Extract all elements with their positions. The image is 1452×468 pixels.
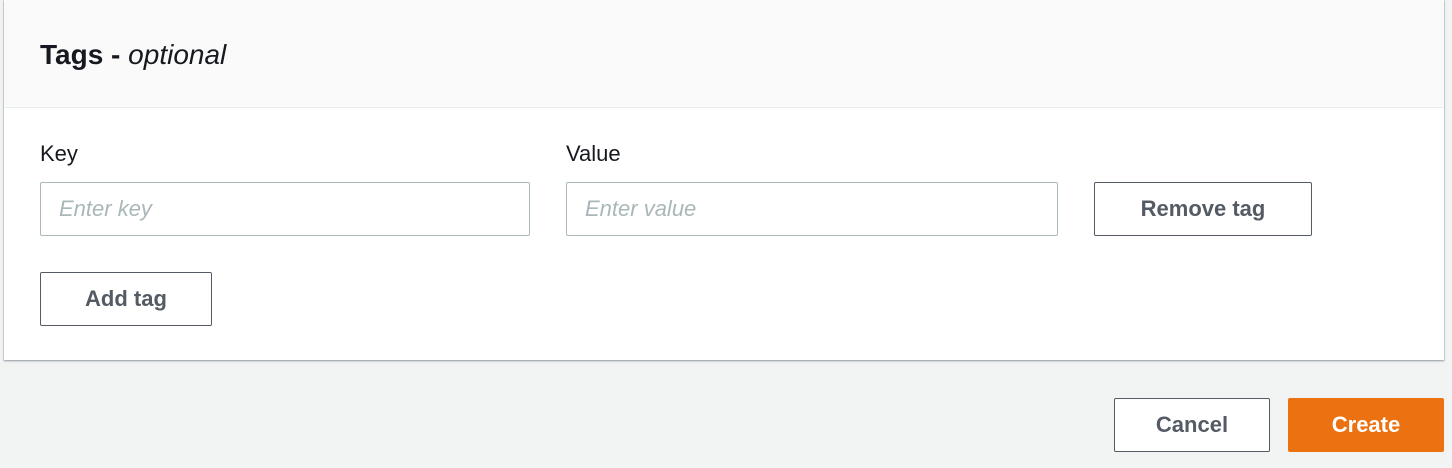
tags-title-optional: optional	[128, 39, 227, 70]
value-input[interactable]	[566, 182, 1058, 236]
tags-title-text: Tags	[40, 39, 104, 70]
create-button[interactable]: Create	[1288, 398, 1444, 452]
key-input[interactable]	[40, 182, 530, 236]
cancel-button[interactable]: Cancel	[1114, 398, 1270, 452]
key-label: Key	[40, 141, 78, 166]
remove-tag-button[interactable]: Remove tag	[1094, 182, 1312, 236]
value-label: Value	[566, 141, 621, 166]
tags-panel-title: Tags - optional	[40, 38, 226, 72]
tags-title-separator: -	[103, 39, 129, 70]
add-tag-button[interactable]: Add tag	[40, 272, 212, 326]
tags-panel-header: Tags - optional	[4, 0, 1444, 108]
tags-panel: Tags - optional Key Value Remove tag Add…	[4, 0, 1444, 360]
